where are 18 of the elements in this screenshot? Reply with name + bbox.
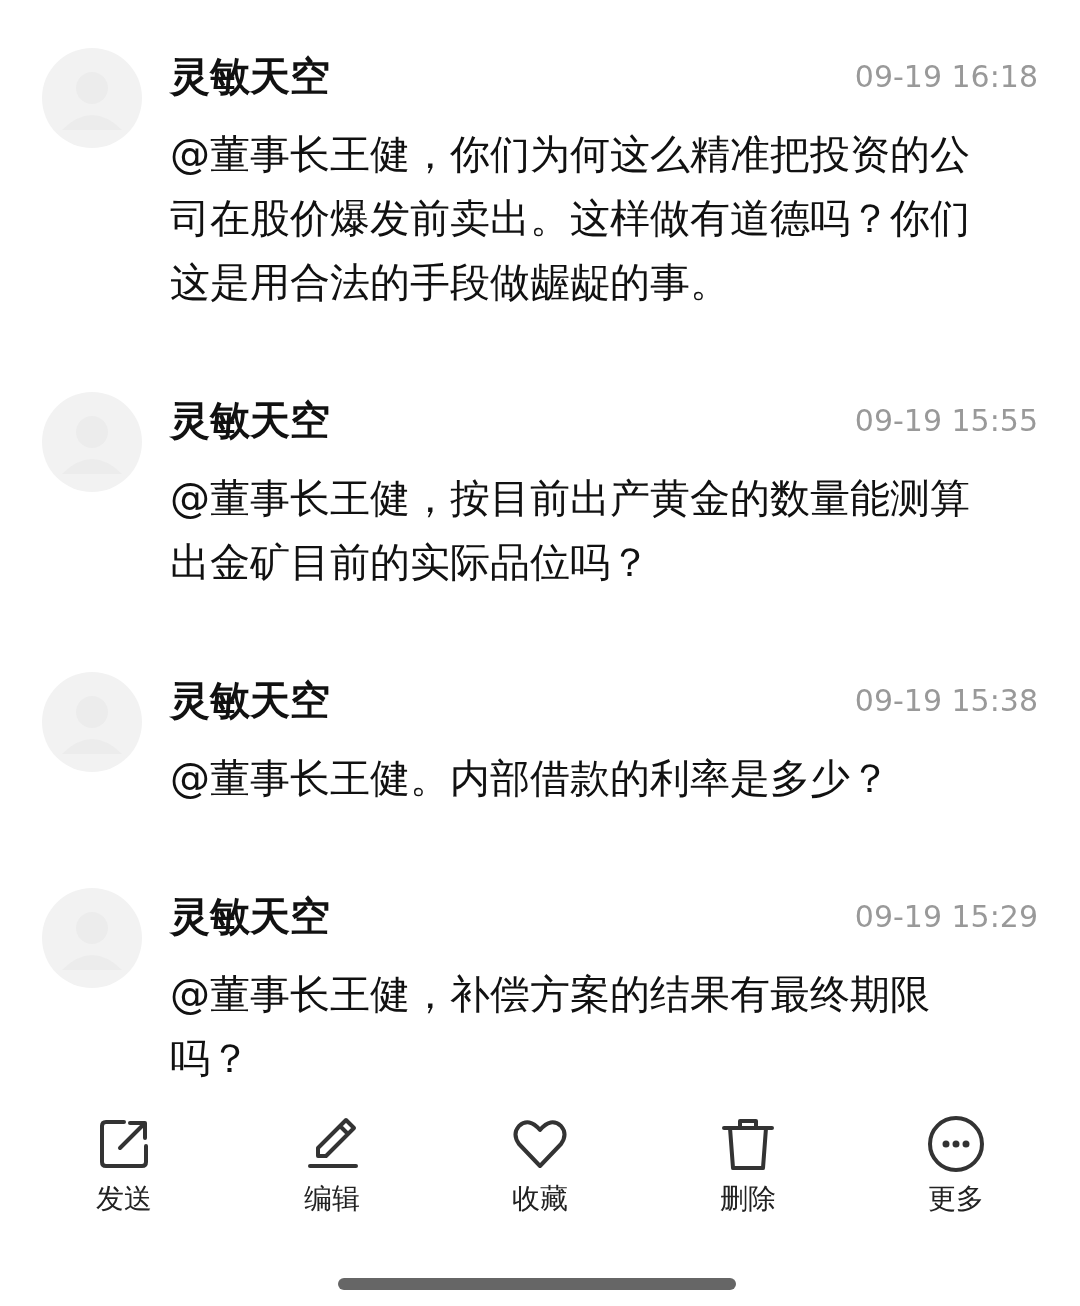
user-name: 灵敏天空: [170, 395, 330, 445]
comment-text: @董事长王健，按目前出产黄金的数量能测算出金矿目前的实际品位吗？: [170, 474, 971, 587]
comment-time: 09-19 15:38: [854, 682, 1038, 718]
comment-time: 09-19 15:29: [854, 898, 1038, 934]
send-button[interactable]: 发送: [49, 1108, 199, 1258]
user-name: 灵敏天空: [170, 675, 330, 725]
user-name: 灵敏天空: [170, 51, 330, 101]
more-button[interactable]: 更多: [881, 1108, 1031, 1258]
comment-time: 09-19 16:18: [854, 58, 1038, 94]
comment-text: @董事长王健，你们为何这么精准把投资的公司在股价爆发前卖出。这样做有道德吗？你们这是用合法的手段做龌龊的事。: [170, 130, 971, 307]
edit-button[interactable]: 编辑: [257, 1108, 407, 1258]
favorite-button[interactable]: 收藏: [465, 1108, 615, 1258]
comment-text: @董事长王健。内部借款的利率是多少？: [170, 754, 891, 803]
more-icon: [926, 1114, 986, 1174]
user-name: 灵敏天空: [170, 891, 330, 941]
comment-text: @董事长王健，补偿方案的结果有最终期限吗？: [170, 970, 931, 1083]
comment-time: 09-19 15:55: [854, 402, 1038, 438]
delete-button[interactable]: 删除: [673, 1108, 823, 1258]
